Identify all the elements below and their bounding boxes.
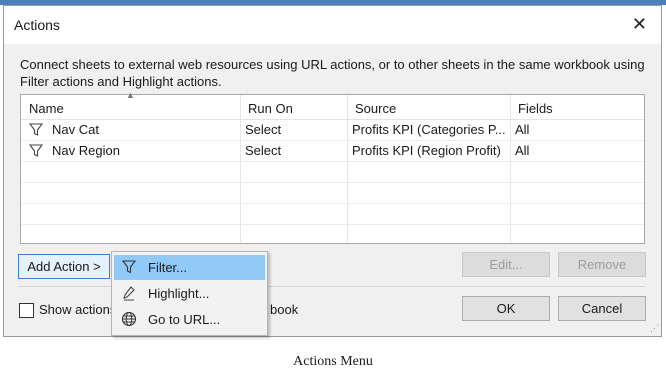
title-bar: Actions ✕ (4, 6, 661, 44)
filter-icon (121, 260, 137, 274)
filter-icon (29, 144, 43, 157)
column-header-fields[interactable]: Fields (518, 101, 553, 116)
filter-icon (29, 123, 43, 136)
row-name: Nav Cat (52, 122, 99, 137)
table-row[interactable]: Nav Cat Select Profits KPI (Categories P… (21, 119, 644, 141)
menu-item-label: Go to URL... (148, 312, 221, 327)
highlight-pen-icon (123, 286, 135, 301)
row-run-on: Select (245, 122, 282, 137)
menu-item-label: Filter... (148, 260, 188, 275)
row-source: Profits KPI (Region Profit) (352, 143, 501, 158)
remove-button[interactable]: Remove (558, 252, 646, 277)
menu-item-filter[interactable]: Filter... (114, 255, 265, 280)
sort-arrow-icon: ▲ (126, 90, 135, 100)
menu-item-go-to-url[interactable]: Go to URL... (114, 307, 265, 332)
table-row[interactable]: Nav Region Select Profits KPI (Region Pr… (21, 140, 644, 162)
dialog-title: Actions (14, 17, 60, 33)
globe-icon (121, 311, 137, 327)
row-fields: All (515, 143, 530, 158)
row-name: Nav Region (52, 143, 120, 158)
show-actions-label: Show actions (39, 302, 117, 317)
figure-caption: Actions Menu (293, 354, 373, 369)
row-run-on: Select (245, 143, 282, 158)
actions-table: Name ▲ Run On Source Fields Nav Cat Sele… (20, 90, 645, 244)
empty-row (21, 161, 644, 183)
actions-dialog: Actions ✕ Connect sheets to external web… (3, 5, 662, 337)
column-header-name[interactable]: Name (29, 101, 64, 116)
row-fields: All (515, 122, 530, 137)
add-action-menu: Filter... Highlight... Go to URL... (111, 251, 268, 336)
menu-item-highlight[interactable]: Highlight... (114, 281, 265, 306)
menu-item-label: Highlight... (148, 286, 210, 301)
ok-button[interactable]: OK (462, 296, 550, 321)
add-action-button[interactable]: Add Action > (18, 254, 110, 279)
column-header-source[interactable]: Source (355, 101, 396, 116)
edit-button[interactable]: Edit... (462, 252, 550, 277)
resize-grip-icon[interactable]: ⋰ (650, 323, 659, 334)
cancel-button[interactable]: Cancel (558, 296, 646, 321)
empty-row (21, 203, 644, 225)
show-actions-checkbox[interactable] (19, 303, 34, 318)
empty-row (21, 182, 644, 204)
show-actions-label-tail: book (270, 302, 299, 317)
close-icon[interactable]: ✕ (632, 14, 647, 35)
row-source: Profits KPI (Categories P... (352, 122, 506, 137)
table-header: Name ▲ Run On Source Fields (21, 90, 644, 120)
column-header-run-on[interactable]: Run On (248, 101, 293, 116)
dialog-description: Connect sheets to external web resources… (20, 57, 645, 89)
